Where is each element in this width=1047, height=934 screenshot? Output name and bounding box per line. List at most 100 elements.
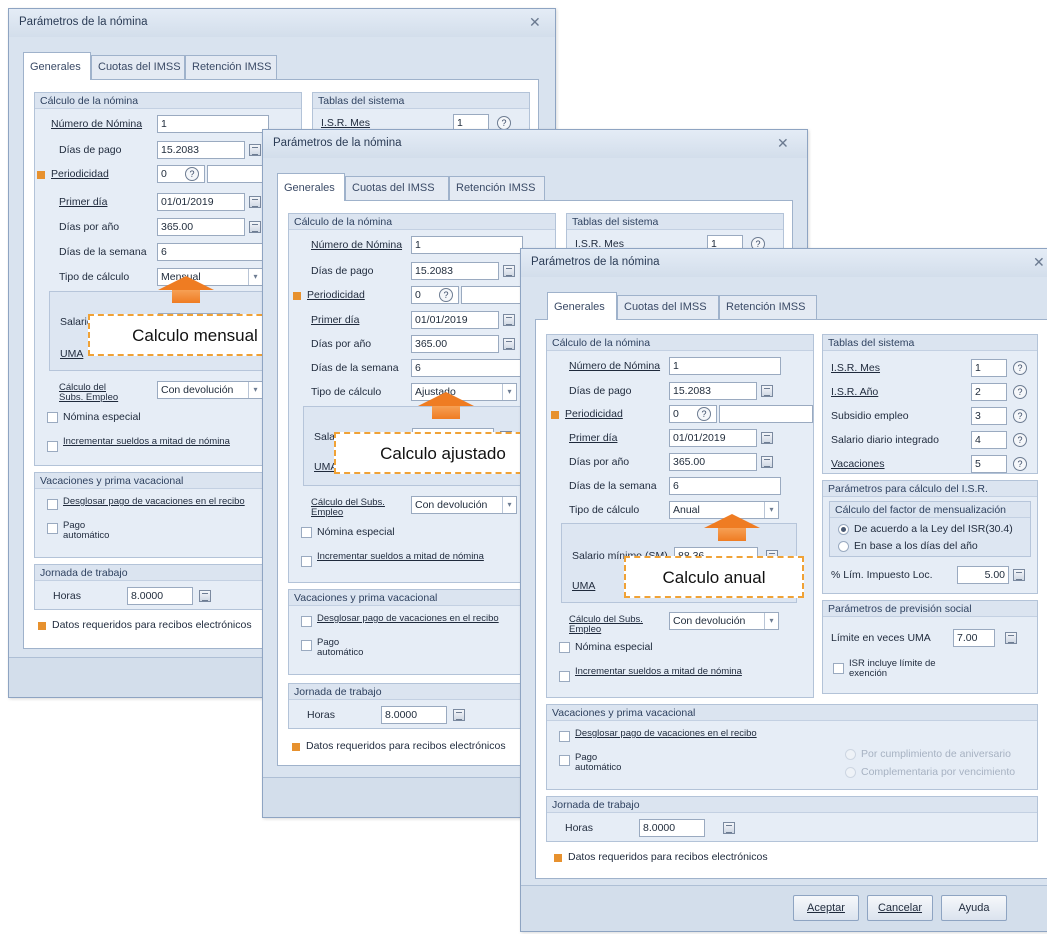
tab-generales[interactable]: Generales <box>23 52 91 80</box>
calculator-icon[interactable] <box>1005 632 1017 644</box>
calendar-icon[interactable] <box>249 196 261 208</box>
radio-dias-anio[interactable] <box>838 541 849 552</box>
subsidio-select[interactable]: Con devolución ▾ <box>411 496 517 514</box>
desglosar-checkbox[interactable] <box>47 499 58 510</box>
dias-anio-input[interactable]: 365.00 <box>157 218 245 236</box>
close-icon[interactable]: ✕ <box>777 135 789 152</box>
help-icon[interactable]: ? <box>1013 457 1027 471</box>
calendar-icon[interactable] <box>761 432 773 444</box>
nomina-especial-checkbox[interactable] <box>47 412 58 423</box>
close-icon[interactable]: ✕ <box>529 14 541 31</box>
subsidio-select[interactable]: Con devolución ▾ <box>669 612 779 630</box>
calculator-icon[interactable] <box>199 590 211 602</box>
help-icon[interactable]: ? <box>1013 385 1027 399</box>
tab-retencion-imss[interactable]: Retención IMSS <box>185 55 277 79</box>
primer-dia-input[interactable]: 01/01/2019 <box>157 193 245 211</box>
help-icon[interactable]: ? <box>185 167 199 181</box>
desglosar-checkbox[interactable] <box>301 616 312 627</box>
aceptar-button[interactable]: Aceptar <box>793 895 859 921</box>
tab-generales[interactable]: Generales <box>277 173 345 201</box>
tabla-isr-mes-label: I.S.R. Mes <box>831 362 881 374</box>
nomina-especial-checkbox[interactable] <box>301 527 312 538</box>
incrementar-checkbox[interactable] <box>301 556 312 567</box>
desglosar-checkbox[interactable] <box>559 731 570 742</box>
subsidio-select[interactable]: Con devolución ▾ <box>157 381 263 399</box>
dias-semana-input[interactable]: 6 <box>669 477 781 495</box>
horas-input[interactable]: 8.0000 <box>381 706 447 724</box>
radio-aniversario[interactable] <box>845 749 856 760</box>
help-icon[interactable]: ? <box>497 116 511 130</box>
primer-dia-input[interactable]: 01/01/2019 <box>411 311 499 329</box>
pago-auto-checkbox[interactable] <box>301 640 312 651</box>
limite-uma-input[interactable]: 7.00 <box>953 629 995 647</box>
nomina-especial-checkbox[interactable] <box>559 642 570 653</box>
tab-retencion-imss[interactable]: Retención IMSS <box>719 295 817 319</box>
lim-impuesto-label: % Lím. Impuesto Loc. <box>831 569 933 581</box>
help-icon[interactable]: ? <box>697 407 711 421</box>
tab-cuotas-imss[interactable]: Cuotas del IMSS <box>617 295 719 319</box>
help-icon[interactable]: ? <box>1013 409 1027 423</box>
help-icon[interactable]: ? <box>1013 361 1027 375</box>
close-icon[interactable]: ✕ <box>1033 254 1045 271</box>
tabla-vacaciones-input[interactable]: 5 <box>971 455 1007 473</box>
incrementar-checkbox[interactable] <box>559 671 570 682</box>
periodicidad-desc-input[interactable] <box>207 165 269 183</box>
pago-auto-checkbox[interactable] <box>47 523 58 534</box>
tab-retencion-imss[interactable]: Retención IMSS <box>449 176 545 200</box>
calculator-icon[interactable] <box>249 144 261 156</box>
periodicidad-desc-input[interactable] <box>461 286 523 304</box>
chevron-down-icon[interactable]: ▾ <box>502 384 516 400</box>
dias-semana-input[interactable]: 6 <box>157 243 269 261</box>
chevron-down-icon[interactable]: ▾ <box>764 613 778 629</box>
tabla-isr-mes-input[interactable]: 1 <box>971 359 1007 377</box>
numero-nomina-input[interactable]: 1 <box>411 236 523 254</box>
calculator-icon[interactable] <box>761 385 773 397</box>
dias-anio-input[interactable]: 365.00 <box>411 335 499 353</box>
dias-pago-input[interactable]: 15.2083 <box>669 382 757 400</box>
calendar-icon[interactable] <box>503 314 515 326</box>
dias-semana-input[interactable]: 6 <box>411 359 523 377</box>
jornada-group: Jornada de trabajo Horas 8.0000 <box>288 683 556 729</box>
calculator-icon[interactable] <box>453 709 465 721</box>
requeridos-text: Datos requeridos para recibos electrónic… <box>306 740 506 752</box>
dias-anio-input[interactable]: 365.00 <box>669 453 757 471</box>
calculator-icon[interactable] <box>249 221 261 233</box>
numero-nomina-input[interactable]: 1 <box>157 115 269 133</box>
pago-auto-checkbox[interactable] <box>559 755 570 766</box>
numero-nomina-input[interactable]: 1 <box>669 357 781 375</box>
radio-ley-isr[interactable] <box>838 524 849 535</box>
incrementar-label: Incrementar sueldos a mitad de nómina <box>63 436 230 447</box>
tabla-isr-anio-input[interactable]: 2 <box>971 383 1007 401</box>
chevron-down-icon[interactable]: ▾ <box>764 502 778 518</box>
tabla-sdi-input[interactable]: 4 <box>971 431 1007 449</box>
lim-impuesto-input[interactable]: 5.00 <box>957 566 1009 584</box>
incrementar-checkbox[interactable] <box>47 441 58 452</box>
help-icon[interactable]: ? <box>1013 433 1027 447</box>
dias-pago-input[interactable]: 15.2083 <box>411 262 499 280</box>
tabla-subsidio-input[interactable]: 3 <box>971 407 1007 425</box>
radio-vencimiento[interactable] <box>845 767 856 778</box>
calculator-icon[interactable] <box>503 338 515 350</box>
tab-cuotas-imss[interactable]: Cuotas del IMSS <box>91 55 185 79</box>
primer-dia-input[interactable]: 01/01/2019 <box>669 429 757 447</box>
ayuda-button[interactable]: Ayuda <box>941 895 1007 921</box>
calculator-icon[interactable] <box>503 265 515 277</box>
chevron-down-icon[interactable]: ▾ <box>248 382 262 398</box>
horas-input[interactable]: 8.0000 <box>127 587 193 605</box>
calculator-icon[interactable] <box>761 456 773 468</box>
help-icon[interactable]: ? <box>439 288 453 302</box>
tab-cuotas-imss[interactable]: Cuotas del IMSS <box>345 176 449 200</box>
horas-input[interactable]: 8.0000 <box>639 819 705 837</box>
chevron-down-icon[interactable]: ▾ <box>248 269 262 285</box>
tab-generales[interactable]: Generales <box>547 292 617 320</box>
calculator-icon[interactable] <box>1013 569 1025 581</box>
calculator-icon[interactable] <box>723 822 735 834</box>
radio-aniversario-label: Por cumplimiento de aniversario <box>861 748 1011 760</box>
isr-incluye-checkbox[interactable] <box>833 663 844 674</box>
chevron-down-icon[interactable]: ▾ <box>502 497 516 513</box>
primer-dia-label: Primer día <box>569 432 618 444</box>
pago-auto-label: Pago automático <box>317 637 364 658</box>
periodicidad-desc-input[interactable] <box>719 405 813 423</box>
cancelar-button[interactable]: Cancelar <box>867 895 933 921</box>
dias-pago-input[interactable]: 15.2083 <box>157 141 245 159</box>
